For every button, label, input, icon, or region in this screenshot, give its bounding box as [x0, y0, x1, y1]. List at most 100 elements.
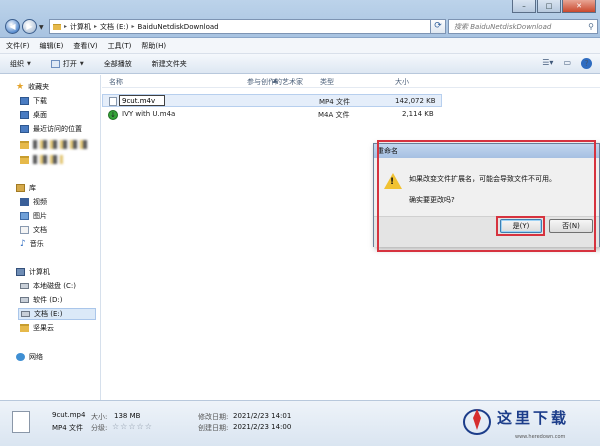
help-icon[interactable]: ? — [581, 58, 592, 69]
menu-tools[interactable]: 工具(T) — [108, 41, 132, 51]
breadcrumb-folder[interactable]: BaiduNetdiskDownload — [138, 23, 219, 31]
chevron-right-icon[interactable]: ▸ — [64, 23, 67, 30]
open-label: 打开 — [62, 59, 77, 68]
folder-icon — [20, 140, 29, 149]
refresh-button[interactable]: ⟳ — [430, 19, 446, 34]
computer-icon — [16, 268, 25, 276]
command-toolbar: 组织 ▼ 打开 ▼ 全部播放 新建文件夹 ☰▾ ▭ ? — [0, 54, 600, 74]
star-icon: ★ — [16, 82, 25, 92]
sidebar-item-recent[interactable]: 最近访问的位置 — [20, 124, 82, 134]
organize-button[interactable]: 组织 ▼ — [10, 59, 31, 69]
picture-icon — [20, 212, 29, 220]
breadcrumb-computer[interactable]: 计算机 — [70, 22, 91, 32]
sidebar-item-label: 坚果云 — [33, 324, 54, 332]
column-artist[interactable]: 参与创作的艺术家 — [247, 77, 303, 87]
sidebar-item-pictures[interactable]: 图片 — [20, 211, 47, 221]
minimize-button[interactable]: – — [512, 0, 536, 13]
detail-file-type: MP4 文件 — [52, 424, 83, 432]
search-box: ⚲ — [448, 19, 598, 34]
new-folder-button[interactable]: 新建文件夹 — [152, 59, 187, 69]
sidebar-favorites[interactable]: ★ 收藏夹 — [16, 82, 49, 92]
menu-bar: 文件(F) 编辑(E) 查看(V) 工具(T) 帮助(H) — [0, 38, 600, 54]
search-input[interactable] — [454, 22, 584, 31]
organize-label: 组织 — [10, 59, 24, 68]
folder-icon — [53, 23, 61, 30]
cloud-folder-icon — [20, 324, 29, 332]
network-icon — [16, 353, 25, 361]
chevron-right-icon[interactable]: ▸ — [132, 23, 135, 30]
sidebar-item-label: 下载 — [33, 97, 47, 105]
menu-file[interactable]: 文件(F) — [6, 41, 30, 51]
sidebar-item-desktop[interactable]: 桌面 — [20, 110, 47, 120]
music-note-icon: ♪ — [20, 239, 26, 249]
sidebar-item-drive-c[interactable]: 本地磁盘 (C:) — [20, 281, 76, 291]
file-name: IVY with U.m4a — [122, 110, 176, 118]
search-icon[interactable]: ⚲ — [588, 22, 594, 31]
column-size[interactable]: 大小 — [395, 77, 409, 87]
sidebar-network[interactable]: 网络 — [16, 352, 43, 362]
file-row[interactable]: ↓ IVY with U.m4a M4A 文件 2,114 KB — [102, 108, 442, 121]
sidebar-item-label: 最近访问的位置 — [33, 125, 82, 133]
sidebar-item-drive-d[interactable]: 软件 (D:) — [20, 295, 62, 305]
file-row-selected[interactable]: MP4 文件 142,072 KB — [102, 94, 442, 107]
rating-stars[interactable]: ☆☆☆☆☆ — [112, 422, 153, 431]
close-button[interactable]: ✕ — [562, 0, 596, 13]
sidebar-item-label: 图片 — [33, 212, 47, 220]
sidebar-item-jianguoyun[interactable]: 坚果云 — [20, 323, 54, 333]
sidebar-item-redacted[interactable] — [20, 155, 63, 164]
sidebar-item-label: 音乐 — [29, 240, 44, 248]
address-bar[interactable]: ▸ 计算机 ▸ 文档 (E:) ▸ BaiduNetdiskDownload — [49, 19, 431, 34]
title-bar: – □ ✕ ◀ ▶ ▼ ▸ 计算机 ▸ 文档 (E:) ▸ BaiduNetdi… — [0, 0, 600, 38]
play-all-button[interactable]: 全部播放 — [104, 59, 132, 69]
chevron-right-icon[interactable]: ▸ — [94, 23, 97, 30]
sidebar-item-videos[interactable]: 视频 — [20, 197, 47, 207]
preview-pane-icon[interactable]: ▭ — [563, 58, 571, 69]
open-button[interactable]: 打开 ▼ — [50, 59, 84, 69]
navigation-pane: ★ 收藏夹 下载 桌面 最近访问的位置 库 视频 图片 文档 ♪ 音乐 计算机 … — [0, 75, 101, 400]
desktop-icon — [20, 111, 29, 119]
watermark-text: 这里下载 — [497, 409, 570, 427]
drive-icon — [20, 283, 29, 289]
view-options-icon[interactable]: ☰▾ — [542, 58, 553, 69]
drive-icon — [20, 297, 29, 303]
sidebar-favorites-label: 收藏夹 — [28, 83, 50, 91]
sidebar-computer-label: 计算机 — [29, 268, 50, 276]
sidebar-computer[interactable]: 计算机 — [16, 267, 50, 277]
sidebar-item-downloads[interactable]: 下载 — [20, 96, 47, 106]
sidebar-item-drive-e[interactable]: 文档 (E:) — [18, 308, 96, 320]
menu-edit[interactable]: 编辑(E) — [40, 41, 64, 51]
file-thumbnail — [12, 411, 30, 433]
sidebar-item-label: 桌面 — [33, 111, 47, 119]
audio-file-icon: ↓ — [108, 110, 118, 120]
refresh-icon: ⟳ — [434, 21, 442, 31]
sidebar-item-label: 文档 — [33, 226, 47, 234]
column-type[interactable]: 类型 — [320, 77, 334, 87]
back-button[interactable]: ◀ — [5, 19, 20, 34]
sidebar-item-redacted[interactable] — [20, 140, 88, 149]
breadcrumb-drive-e[interactable]: 文档 (E:) — [100, 22, 128, 32]
column-name[interactable]: 名称 — [109, 77, 123, 87]
sidebar-item-documents[interactable]: 文档 — [20, 225, 47, 235]
video-file-icon — [109, 97, 117, 106]
file-size: 2,114 KB — [402, 110, 434, 118]
sidebar-item-music[interactable]: ♪ 音乐 — [20, 239, 44, 249]
download-folder-icon — [20, 97, 29, 105]
file-size: 142,072 KB — [395, 97, 436, 105]
history-dropdown-icon[interactable]: ▼ — [39, 24, 44, 31]
sidebar-item-label: 视频 — [33, 198, 47, 206]
menu-help[interactable]: 帮助(H) — [141, 41, 166, 51]
rename-input[interactable] — [119, 95, 165, 106]
sidebar-item-label: 软件 (D:) — [33, 296, 63, 304]
maximize-button[interactable]: □ — [537, 0, 561, 13]
library-icon — [16, 184, 25, 192]
sidebar-libraries[interactable]: 库 — [16, 183, 36, 193]
document-icon — [20, 226, 29, 234]
yes-button-highlight — [496, 216, 545, 236]
caret-down-icon: ▼ — [27, 60, 31, 67]
sidebar-item-label: 文档 (E:) — [34, 310, 63, 318]
drive-icon — [21, 311, 30, 317]
menu-view[interactable]: 查看(V) — [73, 41, 97, 51]
site-logo — [463, 409, 491, 435]
forward-button[interactable]: ▶ — [22, 19, 37, 34]
file-type: MP4 文件 — [319, 98, 350, 106]
